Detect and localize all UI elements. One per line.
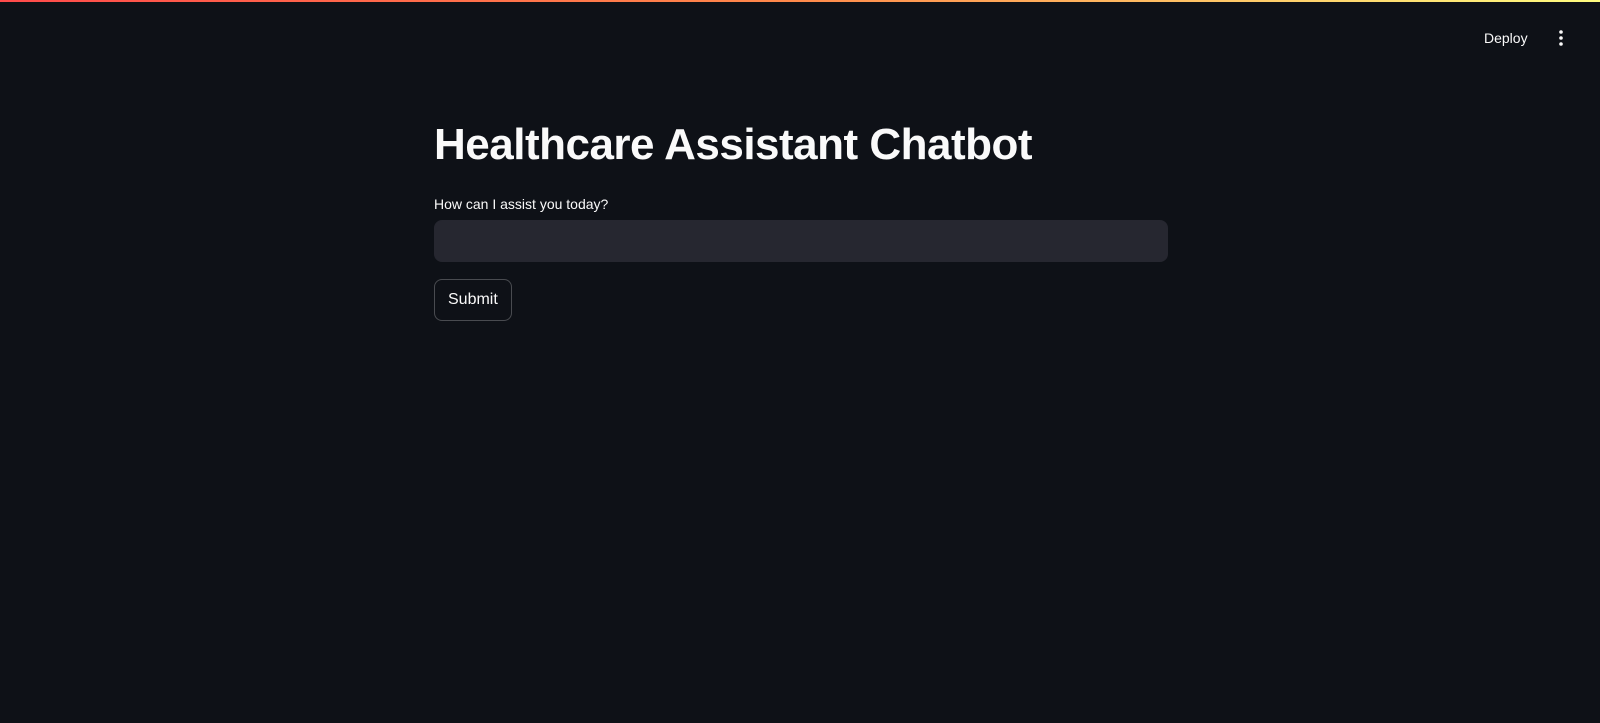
page-title: Healthcare Assistant Chatbot: [434, 120, 1033, 169]
app-header: Deploy: [0, 2, 1600, 60]
deploy-button[interactable]: Deploy: [1476, 26, 1536, 50]
submit-button[interactable]: Submit: [434, 279, 512, 321]
main-menu-button[interactable]: [1550, 27, 1572, 49]
question-label: How can I assist you today?: [434, 196, 609, 212]
question-input[interactable]: [434, 220, 1168, 262]
more-vertical-icon: [1559, 30, 1563, 46]
